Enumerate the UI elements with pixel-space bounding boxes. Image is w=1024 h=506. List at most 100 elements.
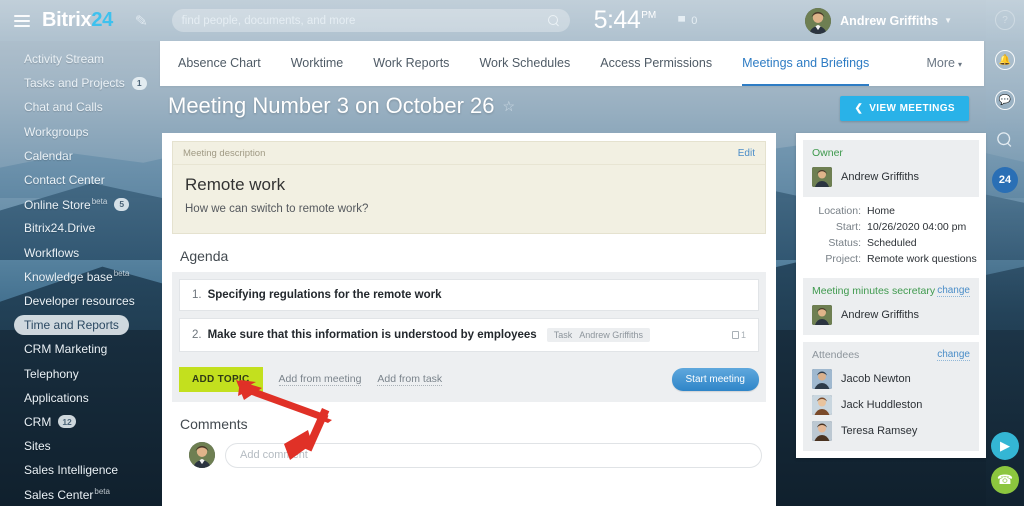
comment-input[interactable]: Add comment bbox=[225, 442, 762, 468]
sidebar-item-knowledge-base[interactable]: Knowledge basebeta bbox=[0, 265, 160, 289]
add-from-task-link[interactable]: Add from task bbox=[377, 373, 443, 386]
owner-label: Owner bbox=[812, 147, 843, 159]
tab-worktime[interactable]: Worktime bbox=[291, 41, 344, 86]
meeting-description-text: How we can switch to remote work? bbox=[185, 203, 369, 215]
badge-label: 24 bbox=[992, 167, 1018, 193]
attendee-item[interactable]: Teresa Ramsey bbox=[812, 418, 970, 444]
sidebar-item-telephony[interactable]: Telephony bbox=[0, 361, 160, 385]
tab-more[interactable]: More ▾ bbox=[927, 41, 963, 86]
tab-access-permissions[interactable]: Access Permissions bbox=[600, 41, 712, 86]
sidebar-item-label: Knowledge base bbox=[24, 270, 113, 285]
phone-call-icon[interactable]: ☎ bbox=[991, 466, 1019, 494]
sidebar-item-crm-marketing[interactable]: CRM Marketing bbox=[0, 337, 160, 361]
bitrix-logo[interactable]: Bitrix24 bbox=[42, 9, 113, 32]
meeting-field-key: Status: bbox=[828, 237, 861, 249]
favorite-star-icon[interactable]: ☆ bbox=[503, 98, 516, 115]
sidebar-item-label: Sales Center bbox=[24, 487, 94, 502]
pencil-icon[interactable]: ✎ bbox=[134, 11, 148, 30]
notifications-bell-icon[interactable]: 🔔 bbox=[986, 40, 1024, 80]
sidebar-item-crm[interactable]: CRM 12 bbox=[0, 410, 160, 434]
sidebar-item-sales-intelligence[interactable]: Sales Intelligence bbox=[0, 458, 160, 482]
sidebar-item-developer-resources[interactable]: Developer resources bbox=[0, 289, 160, 313]
sidebar-item-applications[interactable]: Applications bbox=[0, 386, 160, 410]
sidebar-item-label: Sites bbox=[24, 439, 51, 454]
video-call-icon[interactable]: ▶ bbox=[991, 432, 1019, 460]
hamburger-menu-icon[interactable] bbox=[14, 14, 30, 27]
main-content: Meeting description Edit Remote work How… bbox=[162, 133, 776, 506]
sidebar-item-label: Workgroups bbox=[24, 124, 89, 139]
meeting-field-key: Start: bbox=[835, 221, 861, 233]
tab-work-reports[interactable]: Work Reports bbox=[373, 41, 449, 86]
add-topic-button[interactable]: ADD TOPIC bbox=[179, 367, 263, 392]
meeting-field: Location: Home bbox=[805, 205, 977, 217]
bitrix24-badge[interactable]: 24 bbox=[986, 160, 1024, 200]
sidebar-item-label: Bitrix24.Drive bbox=[24, 221, 96, 236]
agenda-item[interactable]: 1. Specifying regulations for the remote … bbox=[179, 279, 759, 311]
start-meeting-button[interactable]: Start meeting bbox=[671, 368, 759, 391]
sidebar-item-contact-center[interactable]: Contact Center bbox=[0, 168, 160, 192]
agenda-item-task-badge[interactable]: Task Andrew Griffiths bbox=[546, 328, 651, 342]
edit-description-link[interactable]: Edit bbox=[738, 148, 755, 159]
change-secretary-link[interactable]: change bbox=[937, 285, 970, 297]
meeting-description-label: Meeting description bbox=[183, 148, 266, 159]
comment-placeholder: Add comment bbox=[240, 449, 308, 461]
flag-counter[interactable]: 0 bbox=[678, 15, 697, 27]
add-from-meeting-link[interactable]: Add from meeting bbox=[278, 373, 362, 386]
sidebar-item-label-wrap: Online Storebeta bbox=[24, 197, 107, 212]
sidebar-item-activity-stream[interactable]: Activity Stream bbox=[0, 47, 160, 71]
attendee-name: Teresa Ramsey bbox=[841, 425, 918, 437]
user-name: Andrew Griffiths bbox=[840, 13, 939, 28]
flag-count-value: 0 bbox=[691, 14, 698, 27]
meeting-field: Project: Remote work questions bbox=[805, 253, 977, 265]
sidebar-item-calendar[interactable]: Calendar bbox=[0, 144, 160, 168]
tab-absence-chart[interactable]: Absence Chart bbox=[178, 41, 261, 86]
sidebar-item-sites[interactable]: Sites bbox=[0, 434, 160, 458]
search-placeholder: find people, documents, and more bbox=[181, 14, 356, 27]
attendee-item[interactable]: Jacob Newton bbox=[812, 366, 970, 392]
top-bar: Bitrix24 ✎ find people, documents, and m… bbox=[0, 0, 1024, 41]
clock: 5:44 PM bbox=[594, 6, 657, 35]
chevron-down-icon: ▼ bbox=[944, 16, 952, 25]
avatar-image bbox=[812, 167, 832, 187]
sidebar-item-label: Telephony bbox=[24, 366, 79, 381]
sidebar-item-chat-and-calls[interactable]: Chat and Calls bbox=[0, 95, 160, 119]
sidebar-item-label-wrap: Time and Reports bbox=[14, 315, 129, 336]
meeting-fields: Location: Home Start: 10/26/2020 04:00 pm St… bbox=[803, 197, 979, 278]
logo-number: 24 bbox=[91, 9, 113, 31]
attendee-item[interactable]: Jack Huddleston bbox=[812, 392, 970, 418]
beta-label: beta bbox=[91, 196, 108, 206]
agenda-item[interactable]: 2. Make sure that this information is und… bbox=[179, 318, 759, 352]
tab-work-schedules[interactable]: Work Schedules bbox=[479, 41, 570, 86]
chat-glyph: 💬 bbox=[995, 90, 1015, 110]
sidebar-item-workflows[interactable]: Workflows bbox=[0, 241, 160, 265]
meeting-field-value: 10/26/2020 04:00 pm bbox=[867, 221, 967, 233]
avatar-image bbox=[812, 421, 832, 441]
chevron-down-icon: ▾ bbox=[957, 60, 962, 69]
user-menu[interactable]: Andrew Griffiths ▼ bbox=[805, 7, 952, 34]
secretary-person[interactable]: Andrew Griffiths bbox=[812, 302, 970, 328]
sidebar-item-label: Contact Center bbox=[24, 173, 105, 188]
sidebar-item-tasks-and-projects[interactable]: Tasks and Projects 1 bbox=[0, 71, 160, 95]
beta-label: beta bbox=[94, 486, 110, 496]
view-meetings-button[interactable]: ❮ VIEW MEETINGS bbox=[840, 96, 969, 121]
search-icon[interactable] bbox=[986, 120, 1024, 160]
tab-meetings-and-briefings[interactable]: Meetings and Briefings bbox=[742, 41, 870, 86]
sidebar-item-label: Online Store bbox=[24, 197, 91, 212]
search-input[interactable]: find people, documents, and more bbox=[171, 9, 570, 32]
sidebar-item-label-wrap: Tasks and Projects bbox=[24, 76, 125, 90]
sidebar-item-time-and-reports[interactable]: Time and Reports bbox=[0, 313, 160, 337]
sidebar-item-bitrix24-drive[interactable]: Bitrix24.Drive bbox=[0, 216, 160, 240]
avatar bbox=[812, 421, 832, 441]
change-attendees-link[interactable]: change bbox=[937, 349, 970, 361]
sidebar-item-online-store[interactable]: Online Storebeta 5 bbox=[0, 192, 160, 216]
meeting-field-value: Home bbox=[867, 205, 896, 217]
owner-person[interactable]: Andrew Griffiths bbox=[812, 164, 970, 190]
meeting-field-value: Remote work questions bbox=[867, 253, 977, 265]
sidebar-item-workgroups[interactable]: Workgroups bbox=[0, 120, 160, 144]
avatar-image bbox=[812, 395, 832, 415]
meeting-description-card: Meeting description Edit Remote work How… bbox=[172, 141, 766, 234]
agenda-item-text: Specifying regulations for the remote wo… bbox=[207, 289, 442, 301]
logo-text: Bitrix bbox=[42, 9, 92, 31]
chat-icon[interactable]: 💬 bbox=[986, 80, 1024, 120]
sidebar-item-sales-center[interactable]: Sales Centerbeta bbox=[0, 482, 160, 506]
